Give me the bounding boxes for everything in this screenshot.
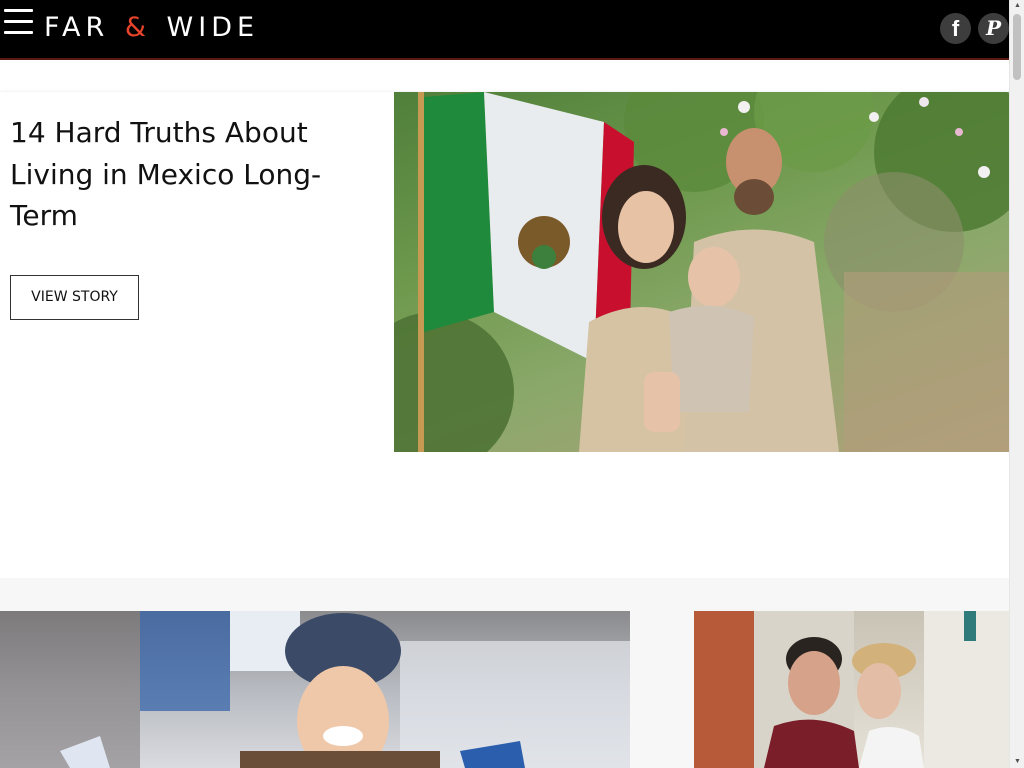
family-with-mexican-flag-photo (394, 92, 1009, 452)
view-story-button[interactable]: VIEW STORY (10, 275, 139, 320)
site-logo[interactable]: FAR & WIDE (44, 12, 259, 44)
logo-word-far: FAR (44, 12, 110, 43)
child-with-finnish-flags-photo (0, 611, 630, 768)
featured-story-title[interactable]: 14 Hard Truths About Living in Mexico Lo… (10, 112, 380, 237)
logo-ampersand: & (124, 12, 151, 43)
scroll-up-arrow-icon[interactable]: ▲ (1010, 0, 1024, 12)
site-header: FAR & WIDE f P (0, 0, 1009, 60)
facebook-icon[interactable]: f (940, 13, 971, 44)
logo-word-wide: WIDE (166, 12, 260, 43)
featured-story-image[interactable] (394, 92, 1009, 452)
scroll-down-arrow-icon[interactable]: ▼ (1010, 756, 1024, 768)
ad-spacer (0, 452, 1009, 578)
scrollbar-thumb[interactable] (1013, 14, 1021, 80)
pinterest-icon[interactable]: P (978, 13, 1009, 44)
story-card-image-finnish-flags[interactable] (0, 611, 630, 768)
couple-in-venice-photo (694, 611, 1009, 768)
page: FAR & WIDE f P 14 Hard Truths About Livi… (0, 0, 1024, 768)
story-card-image-couple[interactable] (694, 611, 1009, 768)
page-scrollbar[interactable]: ▲ ▼ (1009, 0, 1024, 768)
hamburger-menu-icon[interactable] (4, 9, 33, 39)
